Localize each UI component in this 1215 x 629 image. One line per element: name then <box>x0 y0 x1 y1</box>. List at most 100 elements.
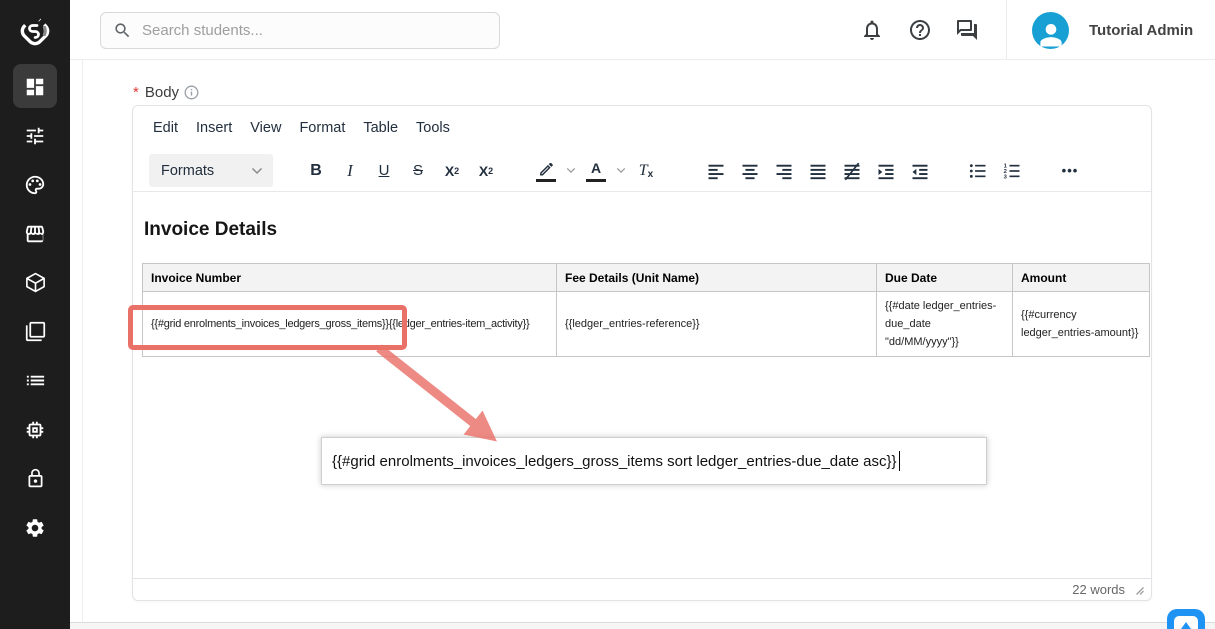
text-color-letter: A <box>591 160 601 176</box>
resize-handle-icon[interactable] <box>1134 585 1144 595</box>
table-header-row: Invoice Number Fee Details (Unit Name) D… <box>143 264 1150 292</box>
bullet-list-button[interactable] <box>961 154 995 188</box>
copy-icon <box>25 321 46 342</box>
text-color-button[interactable]: A <box>579 154 613 188</box>
formats-dropdown[interactable]: Formats <box>149 154 273 187</box>
text-color-menu[interactable] <box>613 154 629 188</box>
header-invoice-number: Invoice Number <box>143 264 557 292</box>
lock-icon <box>25 468 46 489</box>
highlight-color-button[interactable] <box>529 154 563 188</box>
clear-formatting-button[interactable]: Tx <box>629 154 663 188</box>
outdent-button[interactable] <box>903 154 937 188</box>
person-icon <box>1036 19 1066 49</box>
subscript-button[interactable]: X2 <box>435 154 469 188</box>
main-content: * Body Edit Insert View Format Table Tool… <box>70 60 1215 629</box>
table-row: {{#grid enrolments_invoices_ledgers_gros… <box>143 292 1150 357</box>
content-card-edge <box>82 60 83 622</box>
storefront-icon <box>24 223 46 245</box>
search-input[interactable] <box>142 22 482 39</box>
sidebar <box>0 0 70 629</box>
user-name: Tutorial Admin <box>1089 22 1193 39</box>
menu-edit[interactable]: Edit <box>144 106 187 150</box>
gear-icon <box>24 517 46 539</box>
editor-content-area[interactable]: Invoice Details Invoice Number Fee Detai… <box>133 192 1151 579</box>
avatar <box>1032 12 1069 49</box>
invoice-details-heading: Invoice Details <box>144 219 1140 241</box>
svg-text:3: 3 <box>1004 174 1008 180</box>
highlight-pen-icon <box>538 163 555 178</box>
topbar-divider <box>1006 0 1007 60</box>
menu-table[interactable]: Table <box>354 106 407 150</box>
menu-format[interactable]: Format <box>290 106 354 150</box>
chat-widget-button[interactable] <box>1167 609 1205 629</box>
sidebar-item-store[interactable] <box>0 209 70 258</box>
highlight-color-menu[interactable] <box>563 154 579 188</box>
more-toolbar-button[interactable]: ••• <box>1053 154 1087 188</box>
user-menu[interactable]: Tutorial Admin <box>1032 0 1193 60</box>
help-button[interactable] <box>907 17 933 43</box>
sidebar-item-appearance[interactable] <box>0 160 70 209</box>
content-bottom-strip <box>70 623 1215 629</box>
info-icon[interactable] <box>184 85 199 100</box>
editor-statusbar: 22 words <box>133 578 1151 600</box>
notifications-button[interactable] <box>859 17 885 43</box>
menu-tools[interactable]: Tools <box>407 106 459 150</box>
search-icon <box>113 21 132 40</box>
chevron-down-icon <box>616 167 626 174</box>
indent-button[interactable] <box>869 154 903 188</box>
chevron-down-icon <box>566 167 576 174</box>
body-field-label: * Body <box>133 84 199 101</box>
word-count: 22 words <box>1072 582 1125 597</box>
chat-widget-inner <box>1174 616 1198 629</box>
underline-button[interactable]: U <box>367 154 401 188</box>
header-due-date: Due Date <box>877 264 1013 292</box>
sidebar-item-security[interactable] <box>0 454 70 503</box>
cell-fee-details[interactable]: {{ledger_entries-reference}} <box>557 292 877 357</box>
sidebar-item-pages[interactable] <box>0 307 70 356</box>
align-none-button[interactable] <box>835 154 869 188</box>
sidebar-item-controls[interactable] <box>0 111 70 160</box>
messages-icon <box>955 18 979 42</box>
sidebar-item-lists[interactable] <box>0 356 70 405</box>
help-icon <box>908 18 932 42</box>
cell-amount[interactable]: {{#currency ledger_entries-amount}} <box>1013 292 1150 357</box>
sidebar-item-modules[interactable] <box>0 258 70 307</box>
messages-button[interactable] <box>954 17 980 43</box>
app-logo[interactable] <box>0 0 70 62</box>
menu-view[interactable]: View <box>241 106 290 150</box>
highlight-color-swatch <box>536 179 556 182</box>
search-box[interactable] <box>100 12 500 49</box>
field-label-text: Body <box>145 84 179 101</box>
numbered-list-button[interactable]: 123 <box>995 154 1029 188</box>
sidebar-item-dashboard[interactable] <box>0 62 70 111</box>
annotation-callout: {{#grid enrolments_invoices_ledgers_gros… <box>321 437 987 485</box>
app-logo-icon <box>17 13 53 49</box>
invoice-table: Invoice Number Fee Details (Unit Name) D… <box>142 263 1150 357</box>
bold-button[interactable]: B <box>299 154 333 188</box>
text-color-swatch <box>586 179 606 182</box>
rich-text-editor: Edit Insert View Format Table Tools Form… <box>132 105 1152 601</box>
topbar: Tutorial Admin <box>70 0 1215 60</box>
align-center-button[interactable] <box>733 154 767 188</box>
header-amount: Amount <box>1013 264 1150 292</box>
align-right-button[interactable] <box>767 154 801 188</box>
superscript-button[interactable]: X2 <box>469 154 503 188</box>
cell-invoice-number[interactable]: {{#grid enrolments_invoices_ledgers_gros… <box>143 292 557 357</box>
cube-icon <box>24 271 47 294</box>
palette-icon <box>24 174 46 196</box>
strikethrough-button[interactable]: S <box>401 154 435 188</box>
align-left-button[interactable] <box>699 154 733 188</box>
callout-text: {{#grid enrolments_invoices_ledgers_gros… <box>332 453 897 470</box>
sidebar-item-settings[interactable] <box>0 503 70 552</box>
arrow-up-icon <box>1181 622 1191 629</box>
sidebar-item-integrations[interactable] <box>0 405 70 454</box>
formats-label: Formats <box>161 163 214 179</box>
italic-button[interactable]: I <box>333 154 367 188</box>
cell-due-date[interactable]: {{#date ledger_entries-due_date "dd/MM/y… <box>877 292 1013 357</box>
editor-menubar: Edit Insert View Format Table Tools <box>133 106 459 150</box>
menu-insert[interactable]: Insert <box>187 106 241 150</box>
dashboard-icon <box>24 76 46 98</box>
align-justify-button[interactable] <box>801 154 835 188</box>
chip-icon <box>24 419 46 441</box>
required-marker: * <box>133 84 139 101</box>
